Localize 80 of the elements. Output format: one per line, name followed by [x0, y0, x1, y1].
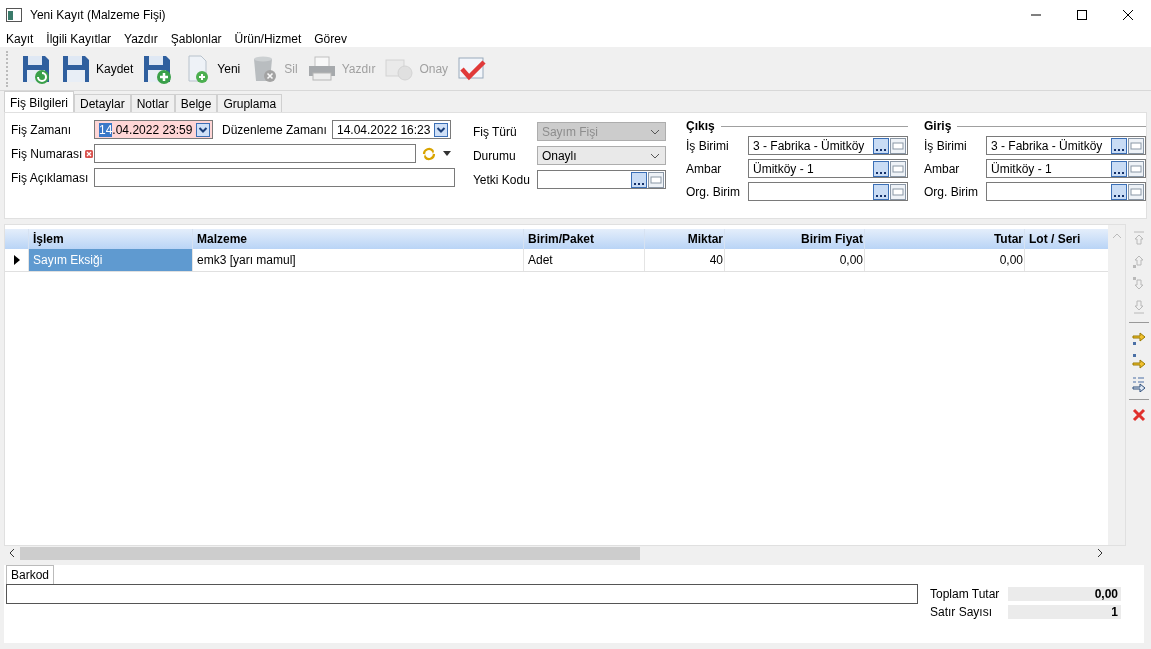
lookup-field[interactable]: 3 - Fabrika - Ümitköy	[986, 136, 1146, 155]
input-field[interactable]	[94, 168, 455, 187]
date-field[interactable]: 14.04.2022 23:59	[94, 120, 213, 139]
tab[interactable]: Fiş Bilgileri	[4, 91, 74, 112]
field-label: Durumu	[472, 148, 517, 163]
field-label: Fiş Zamanı	[11, 122, 72, 137]
more-icon[interactable]	[873, 183, 889, 200]
scroll-right-icon[interactable]	[1097, 548, 1103, 558]
tab[interactable]: Notlar	[130, 94, 175, 112]
tab[interactable]: Belge	[174, 94, 218, 112]
close-icon[interactable]	[1122, 9, 1134, 21]
more-icon[interactable]	[1111, 183, 1127, 200]
more-icon[interactable]	[1111, 137, 1127, 154]
scrollbar-thumb[interactable]	[20, 546, 640, 560]
toolbar-button[interactable]: Kaydet	[56, 49, 138, 88]
field-label: Fiş Açıklaması	[11, 170, 90, 185]
column-header[interactable]: Birim Fiyat	[724, 229, 864, 249]
menu-item[interactable]: Yazdır	[124, 31, 158, 46]
toolbar-button[interactable]: Yeni	[177, 49, 245, 88]
insert-arrow-icon[interactable]	[1130, 353, 1147, 369]
table-cell: 0,00	[724, 249, 864, 271]
scroll-left-icon[interactable]	[9, 548, 15, 558]
menu-item[interactable]: İlgili Kayıtlar	[46, 31, 112, 46]
table-cell: 40	[644, 249, 724, 271]
total-value: 0,00	[1008, 586, 1121, 601]
more-icon[interactable]	[1111, 160, 1127, 177]
menu-item[interactable]: Şablonlar	[170, 31, 222, 46]
table-cell: emk3 [yarı mamul]	[192, 249, 523, 271]
field-label: Org. Birim	[686, 184, 741, 199]
dropdown-icon[interactable]	[196, 122, 210, 137]
field-label: Ambar	[924, 161, 961, 176]
caret-icon[interactable]	[443, 151, 451, 156]
field-label: İş Birimi	[924, 138, 968, 153]
maximize-icon[interactable]	[1076, 9, 1088, 21]
app-icon	[6, 8, 22, 22]
menu-item[interactable]: Ürün/Hizmet	[234, 31, 302, 46]
barcode-field[interactable]	[6, 584, 918, 604]
column-header[interactable]: Malzeme	[192, 229, 523, 249]
menu-item[interactable]: Görev	[314, 31, 347, 46]
field-label: Düzenleme Zamanı	[222, 122, 328, 137]
group-title: Çıkış	[686, 119, 715, 133]
field-label: Yetki Kodu	[472, 172, 531, 187]
tab[interactable]: Detaylar	[74, 94, 131, 112]
field-label: Ambar	[686, 161, 723, 176]
menu-item[interactable]: Kayıt	[6, 31, 34, 46]
chevron-icon	[649, 128, 660, 135]
delete-icon[interactable]	[1130, 407, 1147, 423]
chevron-icon	[649, 152, 660, 159]
tab[interactable]: Gruplama	[217, 94, 283, 112]
window-title: Yeni Kayıt (Malzeme Fişi)	[30, 8, 166, 22]
total-value: 1	[1008, 604, 1121, 619]
table-cell: 0,00	[864, 249, 1024, 271]
dropdown-icon[interactable]	[434, 122, 448, 137]
dropdown-field[interactable]: Onaylı	[536, 146, 666, 165]
total-label: Toplam Tutar	[930, 586, 1001, 601]
column-header[interactable]: Tutar	[864, 229, 1024, 249]
insert-arrow-icon[interactable]	[1130, 330, 1147, 346]
group-title: Giriş	[924, 119, 952, 133]
field-label: İş Birimi	[686, 138, 730, 153]
field-label: Fiş Numarası	[11, 146, 84, 161]
insert-arrow-icon[interactable]	[1130, 376, 1147, 392]
lookup-field[interactable]	[748, 182, 908, 201]
lookup-field[interactable]: 3 - Fabrika - Ümitköy	[748, 136, 908, 155]
input-field[interactable]	[94, 144, 416, 163]
more-icon[interactable]	[873, 137, 889, 154]
lookup-field[interactable]: Ümitköy - 1	[748, 159, 908, 178]
date-field[interactable]: 14.04.2022 16:23	[332, 120, 451, 139]
tab[interactable]: Barkod	[6, 565, 55, 584]
column-header[interactable]: Birim/Paket	[523, 229, 644, 249]
lookup-field[interactable]	[986, 182, 1146, 201]
column-header[interactable]: Miktar	[644, 229, 724, 249]
table-cell: Sayım Eksiği	[28, 249, 192, 271]
more-icon[interactable]	[630, 171, 647, 188]
more-icon[interactable]	[873, 160, 889, 177]
lookup-field[interactable]	[536, 170, 666, 189]
total-label: Satır Sayısı	[930, 604, 994, 619]
field-label: Fiş Türü	[472, 124, 518, 139]
table-cell: Adet	[523, 249, 644, 271]
lookup-field[interactable]: Ümitköy - 1	[986, 159, 1146, 178]
field-label: Org. Birim	[924, 184, 979, 199]
